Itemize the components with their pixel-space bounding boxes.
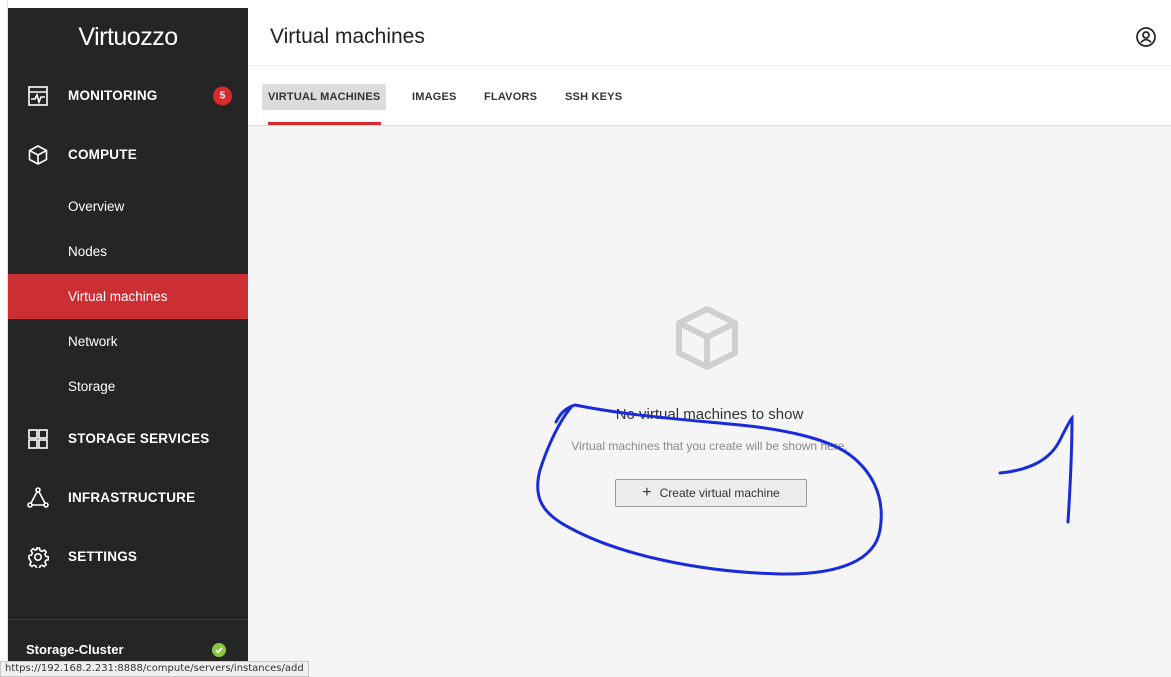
status-bar-url: https://192.168.2.231:8888/compute/serve…: [0, 661, 309, 677]
cluster-name[interactable]: Storage-Cluster: [26, 642, 124, 657]
tab-images[interactable]: IMAGES: [412, 84, 457, 110]
tab-flavors[interactable]: FLAVORS: [484, 84, 537, 110]
nav-monitoring-label: MONITORING: [68, 88, 158, 103]
cube-icon: [26, 143, 50, 167]
nav-settings-label: SETTINGS: [68, 549, 138, 564]
nav-infrastructure-label: INFRASTRUCTURE: [68, 490, 196, 505]
empty-state-title: No virtual machines to show: [615, 406, 804, 423]
sidebar-item-storage[interactable]: Storage: [8, 364, 248, 409]
nav-settings[interactable]: SETTINGS: [8, 527, 248, 586]
page-title: Virtual machines: [270, 25, 425, 48]
nav-monitoring[interactable]: MONITORING 5: [8, 66, 248, 125]
monitoring-alert-badge: 5: [213, 86, 232, 105]
grid-icon: [26, 427, 50, 451]
sidebar-item-virtual-machines[interactable]: Virtual machines: [8, 274, 248, 319]
tab-ssh-keys[interactable]: SSH KEYS: [565, 84, 622, 110]
nav-storage-services-label: STORAGE SERVICES: [68, 431, 210, 446]
create-virtual-machine-button[interactable]: + Create virtual machine: [615, 479, 807, 507]
sidebar-item-overview[interactable]: Overview: [8, 184, 248, 229]
main-content: Virtual machines VIRTUAL MACHINES IMAGES…: [248, 8, 1171, 677]
nav-storage-services[interactable]: STORAGE SERVICES: [8, 409, 248, 468]
nav-compute-label: COMPUTE: [68, 147, 137, 162]
tab-virtual-machines[interactable]: VIRTUAL MACHINES: [262, 84, 387, 110]
logo-text: Virtuozzo: [78, 22, 178, 51]
user-account-icon[interactable]: [1135, 26, 1157, 48]
empty-cube-icon: [673, 304, 741, 372]
plus-icon: +: [642, 484, 652, 501]
nav-infrastructure[interactable]: INFRASTRUCTURE: [8, 468, 248, 527]
logo[interactable]: Virtuozzo: [8, 8, 248, 66]
nav-compute[interactable]: COMPUTE: [8, 125, 248, 184]
empty-state-description: Virtual machines that you create will be…: [571, 439, 848, 453]
sidebar-item-network[interactable]: Network: [8, 319, 248, 364]
monitoring-icon: [26, 84, 50, 108]
sidebar-item-nodes[interactable]: Nodes: [8, 229, 248, 274]
window-edge: [0, 0, 8, 677]
gear-icon: [26, 545, 50, 569]
network-triangle-icon: [26, 486, 50, 510]
tab-bar: VIRTUAL MACHINES IMAGES FLAVORS SSH KEYS: [248, 66, 1171, 126]
create-virtual-machine-label: Create virtual machine: [659, 486, 780, 500]
empty-state: No virtual machines to show Virtual mach…: [248, 126, 1171, 677]
sidebar: Virtuozzo MONITORING 5 COMPUTE Overview …: [8, 8, 248, 677]
active-tab-indicator: [268, 122, 381, 125]
check-circle-icon: [212, 643, 226, 657]
page-header: Virtual machines: [248, 8, 1171, 66]
